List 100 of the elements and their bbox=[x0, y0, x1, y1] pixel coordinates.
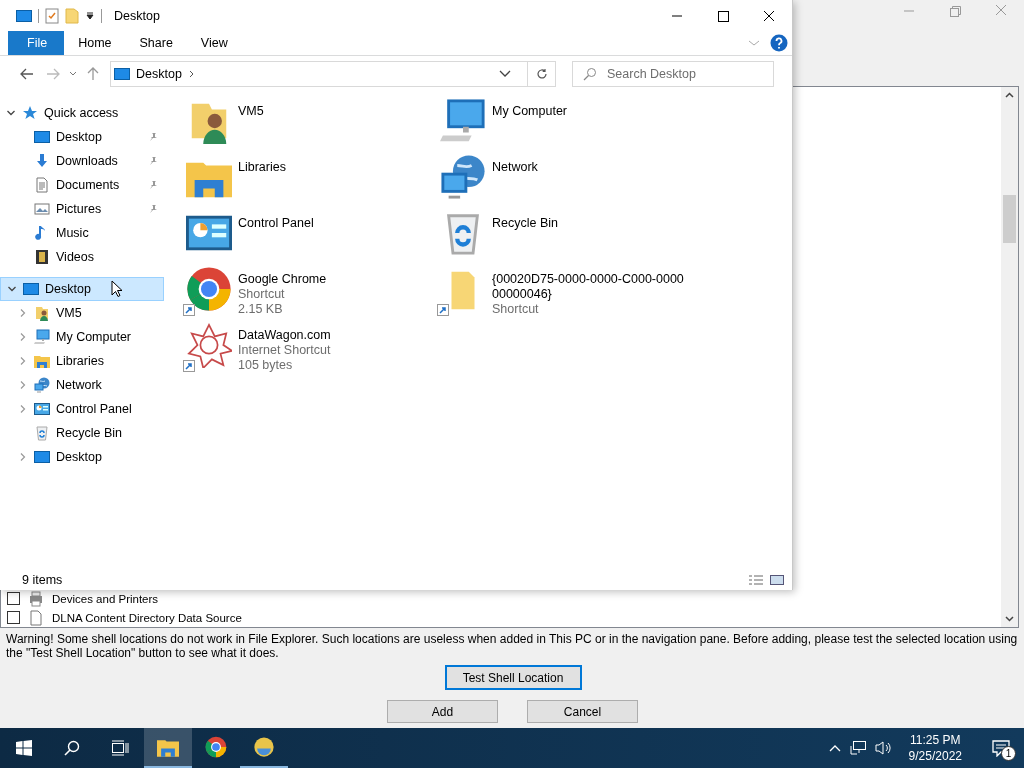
navigation-item[interactable]: Libraries bbox=[0, 349, 164, 373]
ribbon-tab[interactable]: Share bbox=[125, 31, 187, 55]
monitor-icon bbox=[34, 449, 50, 465]
recycle-bin-icon bbox=[34, 425, 50, 441]
monitor-icon bbox=[34, 129, 50, 145]
item-name: Google Chrome bbox=[238, 272, 328, 287]
refresh-button[interactable] bbox=[528, 61, 556, 87]
item-detail: 105 bytes bbox=[238, 358, 294, 373]
dropdown-caret-icon[interactable] bbox=[85, 10, 95, 21]
monitor-icon bbox=[16, 7, 32, 24]
control-panel-icon bbox=[34, 401, 50, 417]
warning-text: Warning! Some shell locations do not work in File Explorer. Such locations are useless when added in This PC or in the navigation pane. Before adding, please test the selected location using the "Test Shell Location" button to see what it does. bbox=[5, 631, 1019, 662]
star-pattern-icon bbox=[186, 322, 232, 368]
checkbox[interactable] bbox=[7, 611, 20, 624]
navigation-item[interactable]: Desktop bbox=[0, 445, 164, 469]
item-name: Libraries bbox=[238, 160, 287, 175]
notification-icon[interactable] bbox=[992, 739, 1010, 757]
dialog-button[interactable]: Cancel bbox=[527, 700, 638, 723]
network-icon[interactable] bbox=[848, 740, 867, 756]
collapse-chevron-icon[interactable] bbox=[6, 108, 16, 118]
address-bar[interactable]: Desktop bbox=[110, 61, 528, 87]
navigation-item[interactable]: Videos bbox=[0, 245, 164, 269]
ribbon-tab[interactable]: View bbox=[186, 31, 242, 55]
notification-badge: 1 bbox=[1001, 746, 1016, 761]
document-icon bbox=[34, 177, 50, 193]
refresh-icon bbox=[535, 68, 548, 80]
star-icon bbox=[22, 105, 38, 121]
file-item[interactable]: {00020D75-0000-0000-C000-000000000046} Shortcut bbox=[440, 266, 694, 322]
globe-computer-icon bbox=[34, 377, 50, 393]
picture-icon bbox=[34, 201, 50, 217]
file-item[interactable]: DataWagon.com Internet Shortcut 105 bytes bbox=[186, 322, 440, 378]
clock[interactable]: 11:25 PM 9/25/2022 bbox=[900, 732, 970, 764]
computer-icon bbox=[440, 98, 486, 144]
folder-icon bbox=[34, 353, 50, 369]
navigation-item[interactable]: Control Panel bbox=[0, 397, 164, 421]
item-name: VM5 bbox=[238, 104, 265, 119]
properties-icon[interactable] bbox=[45, 7, 59, 24]
navigation-item[interactable]: Music bbox=[0, 221, 164, 245]
navigation-item[interactable]: Quick access bbox=[0, 101, 164, 125]
up-arrow-icon[interactable] bbox=[87, 67, 99, 81]
mouse-cursor-icon bbox=[110, 280, 123, 298]
breadcrumb-chevron-icon[interactable] bbox=[187, 70, 196, 78]
navigation-item[interactable]: Desktop bbox=[0, 125, 164, 149]
back-arrow-icon[interactable] bbox=[20, 68, 34, 80]
navigation-item[interactable]: Pictures bbox=[0, 197, 164, 221]
list-item[interactable]: Devices and Printers bbox=[7, 589, 1001, 608]
checkbox[interactable] bbox=[7, 592, 20, 605]
monitor-icon bbox=[114, 66, 130, 82]
start-icon[interactable] bbox=[16, 740, 32, 756]
clock-date: 9/25/2022 bbox=[908, 748, 962, 764]
file-menu-tab[interactable]: File bbox=[8, 31, 65, 55]
taskbar-app[interactable] bbox=[144, 728, 192, 768]
film-icon bbox=[34, 249, 50, 265]
item-detail: 2.15 KB bbox=[238, 302, 284, 317]
file-item[interactable]: Libraries bbox=[186, 154, 440, 210]
file-item[interactable]: My Computer bbox=[440, 98, 694, 154]
recent-locations-caret-icon[interactable] bbox=[69, 71, 77, 77]
task-view-icon[interactable] bbox=[111, 740, 129, 756]
search-icon[interactable] bbox=[64, 740, 80, 756]
computer-icon bbox=[34, 329, 50, 345]
dialog-button[interactable]: Test Shell Location bbox=[444, 665, 582, 690]
large-icons-view-icon[interactable] bbox=[770, 574, 784, 586]
navigation-item[interactable]: Recycle Bin bbox=[0, 421, 164, 445]
collapse-chevron-icon[interactable] bbox=[7, 284, 17, 294]
list-item[interactable]: DLNA Content Directory Data Source bbox=[7, 608, 1001, 627]
globe-computer-icon bbox=[440, 154, 486, 200]
ribbon-tab[interactable]: Home bbox=[64, 31, 126, 55]
item-name: Control Panel bbox=[238, 216, 315, 231]
volume-icon[interactable] bbox=[874, 740, 893, 756]
window-title: Desktop bbox=[114, 8, 160, 23]
monitor-icon bbox=[23, 281, 39, 297]
list-item-label: DLNA Content Directory Data Source bbox=[52, 611, 242, 624]
help-icon[interactable] bbox=[770, 34, 788, 52]
item-detail: Internet Shortcut bbox=[238, 343, 332, 358]
navigation-item[interactable]: My Computer bbox=[0, 325, 164, 349]
file-item[interactable]: Control Panel bbox=[186, 210, 440, 266]
file-item[interactable]: Google Chrome Shortcut 2.15 KB bbox=[186, 266, 440, 322]
item-name: Recycle Bin bbox=[492, 216, 559, 231]
status-text: 9 items bbox=[22, 573, 63, 587]
scroll-thumb[interactable] bbox=[1003, 195, 1016, 243]
item-detail: Shortcut bbox=[492, 302, 540, 317]
navigation-item[interactable]: Desktop bbox=[0, 277, 164, 301]
navigation-item[interactable]: VM5 bbox=[0, 301, 164, 325]
breadcrumb[interactable]: Desktop bbox=[136, 67, 182, 81]
scrollbar[interactable] bbox=[1001, 87, 1018, 627]
file-item[interactable]: Recycle Bin bbox=[440, 210, 694, 266]
search-placeholder: Search Desktop bbox=[607, 67, 696, 81]
navigation-item[interactable]: Documents bbox=[0, 173, 164, 197]
search-field[interactable]: Search Desktop bbox=[572, 61, 774, 87]
item-name: Network bbox=[492, 160, 539, 175]
file-item[interactable]: Network bbox=[440, 154, 694, 210]
dialog-button[interactable]: Add bbox=[387, 700, 498, 723]
file-item[interactable]: VM5 bbox=[186, 98, 440, 154]
arrow-down-icon bbox=[34, 153, 50, 169]
navigation-item[interactable]: Network bbox=[0, 373, 164, 397]
chrome-icon bbox=[205, 736, 227, 758]
navigation-item[interactable]: Downloads bbox=[0, 149, 164, 173]
clock-time: 11:25 PM bbox=[910, 732, 961, 748]
show-hidden-icons-caret-icon[interactable] bbox=[828, 744, 841, 752]
item-detail: Shortcut bbox=[238, 287, 286, 302]
